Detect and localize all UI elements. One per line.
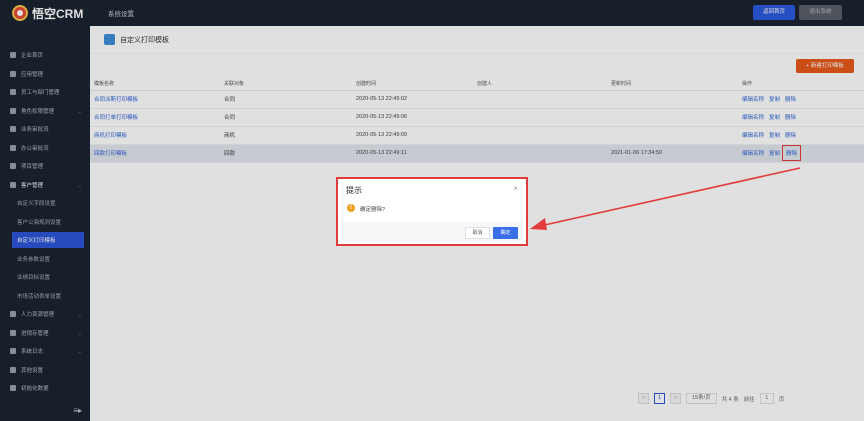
confirm-button[interactable]: 确定 [493,227,518,239]
dialog-title: 提示 [346,186,362,195]
cancel-button[interactable]: 取消 [465,227,490,239]
close-icon[interactable]: × [513,184,518,193]
dialog-footer: 取消 确定 [340,222,524,242]
dialog-highlight-frame: 提示 × ! 确定删除? 取消 确定 [336,177,528,246]
confirm-dialog: 提示 × ! 确定删除? 取消 确定 [340,181,524,242]
warning-icon: ! [347,204,355,212]
dialog-message: 确定删除? [360,207,386,213]
